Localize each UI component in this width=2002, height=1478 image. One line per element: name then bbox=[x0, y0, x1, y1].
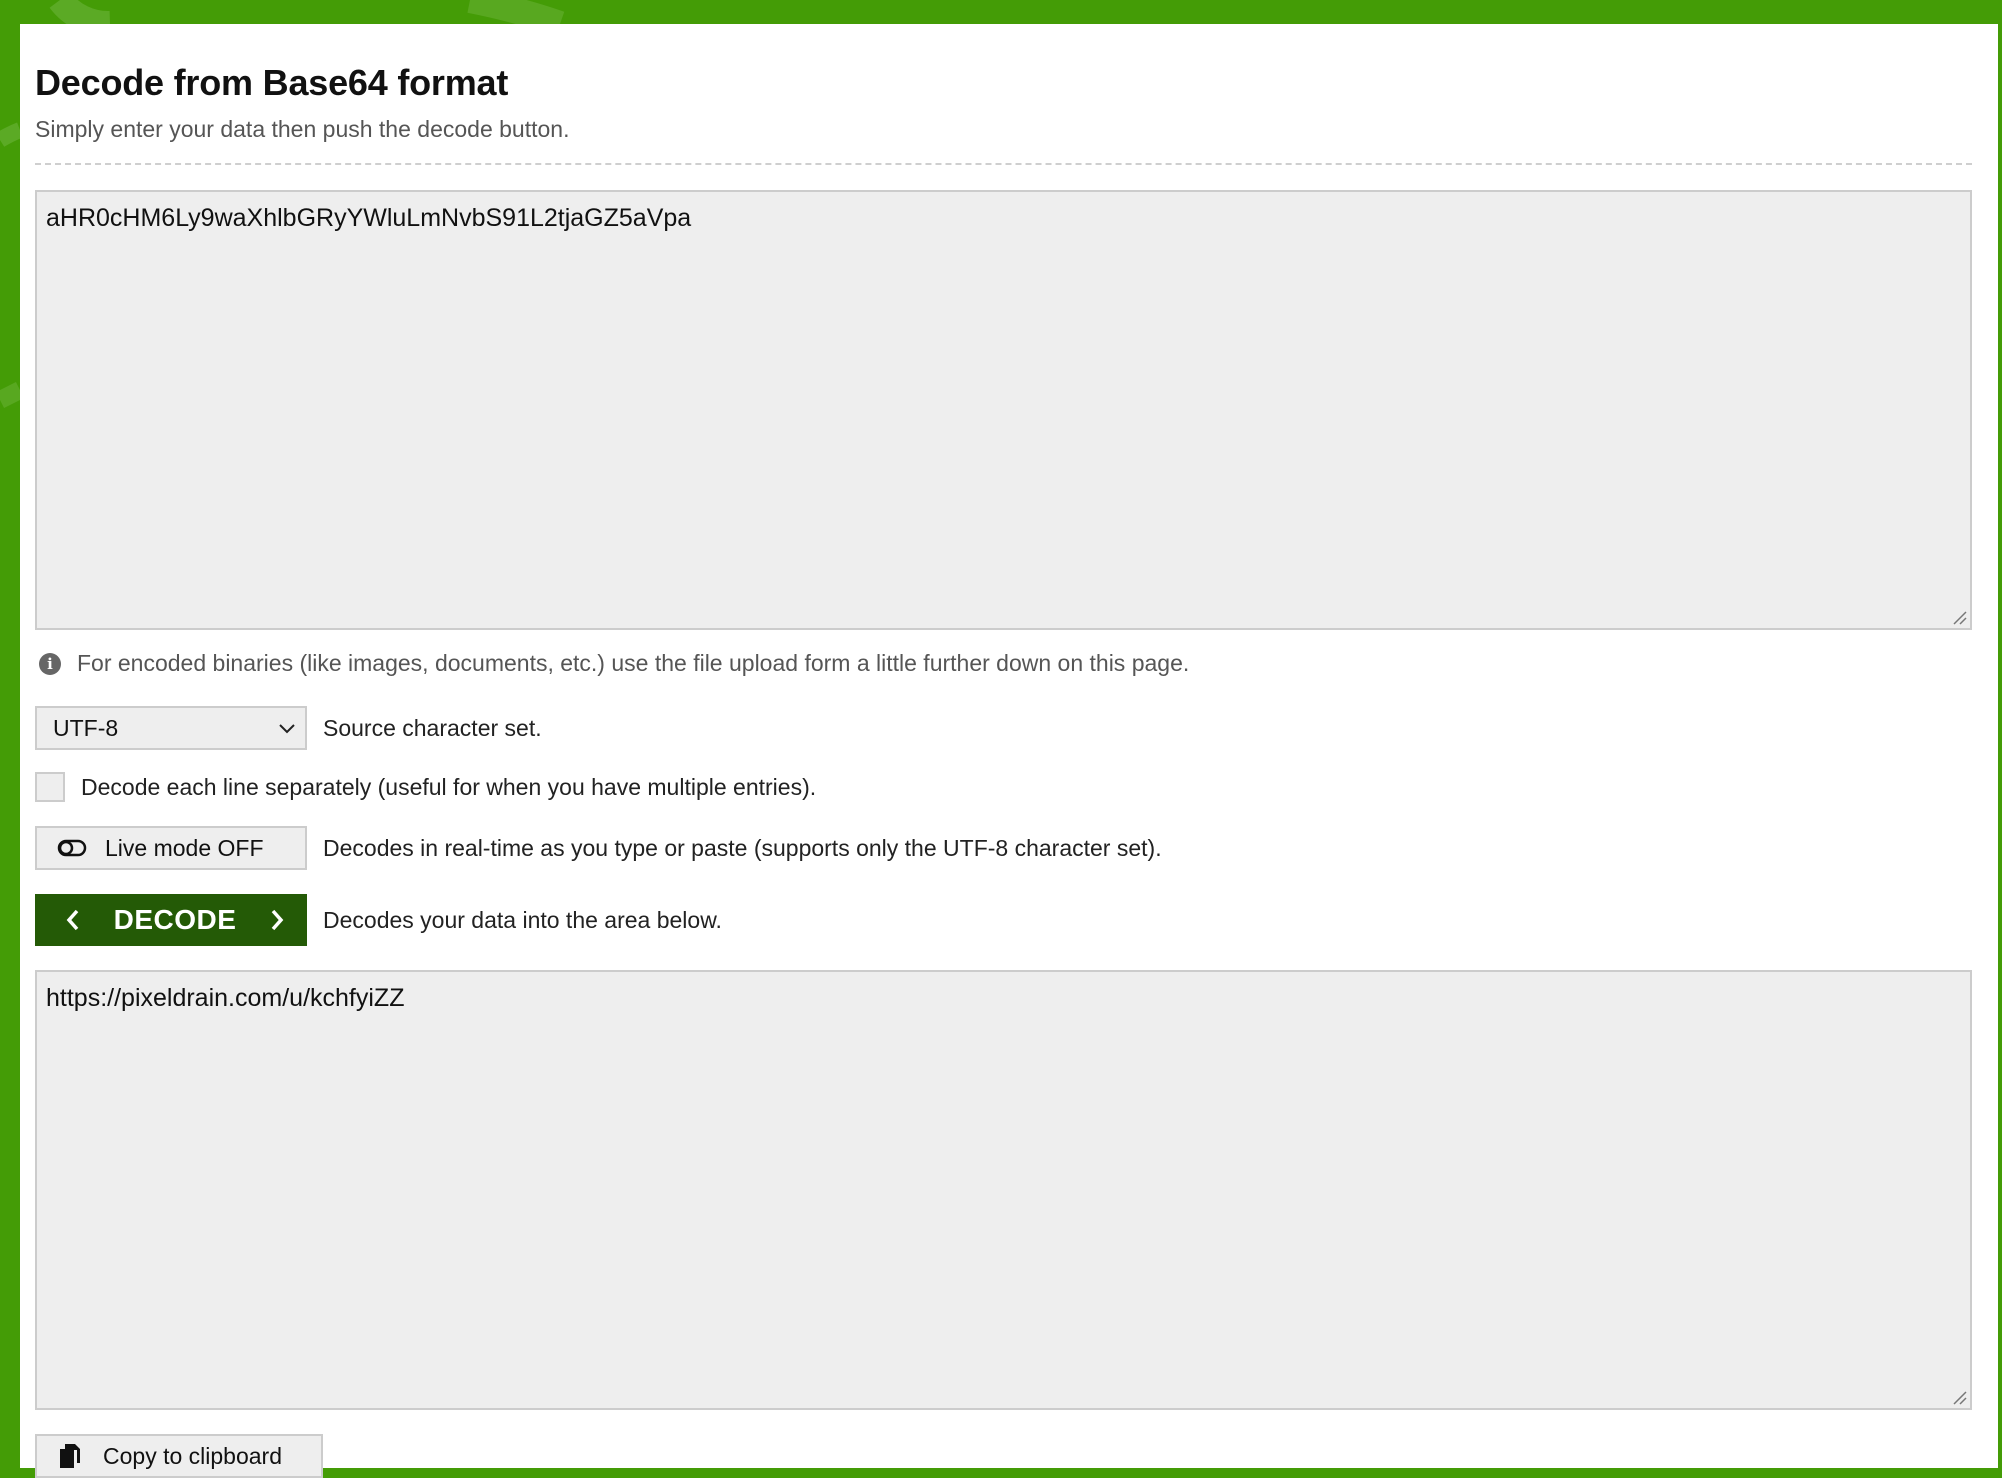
info-icon: i bbox=[39, 652, 61, 675]
decode-description: Decodes your data into the area below. bbox=[323, 906, 722, 933]
live-mode-button[interactable]: Live mode OFF bbox=[35, 826, 307, 870]
page-title: Decode from Base64 format bbox=[35, 62, 509, 103]
output-textarea[interactable] bbox=[35, 970, 1972, 1410]
binary-info-text: For encoded binaries (like images, docum… bbox=[77, 650, 1190, 676]
charset-label: Source character set. bbox=[323, 714, 542, 741]
chevron-down-icon bbox=[279, 724, 295, 734]
line-separate-label[interactable]: Decode each line separately (useful for … bbox=[81, 774, 816, 801]
copy-icon bbox=[60, 1444, 80, 1468]
decode-panel: Decode from Base64 format Simply enter y… bbox=[20, 24, 1998, 1478]
live-mode-label: Live mode OFF bbox=[105, 834, 264, 861]
charset-select[interactable]: UTF-8 bbox=[35, 706, 307, 750]
line-separate-row: Decode each line separately (useful for … bbox=[35, 772, 816, 802]
page-subtitle: Simply enter your data then push the dec… bbox=[35, 116, 570, 142]
charset-selected-value: UTF-8 bbox=[53, 714, 119, 741]
decode-row: DECODE Decodes your data into the area b… bbox=[35, 894, 722, 946]
line-separate-checkbox[interactable] bbox=[35, 772, 65, 802]
decode-button[interactable]: DECODE bbox=[35, 894, 307, 946]
binary-info-note: i For encoded binaries (like images, doc… bbox=[39, 650, 1189, 677]
decode-button-label: DECODE bbox=[113, 904, 237, 935]
chevron-right-icon bbox=[271, 909, 284, 931]
charset-row: UTF-8 Source character set. bbox=[35, 706, 542, 750]
input-textarea[interactable] bbox=[35, 190, 1972, 630]
live-mode-description: Decodes in real-time as you type or past… bbox=[323, 834, 1162, 861]
copy-button-label: Copy to clipboard bbox=[103, 1442, 282, 1469]
toggle-off-icon bbox=[57, 839, 87, 857]
copy-to-clipboard-button[interactable]: Copy to clipboard bbox=[35, 1434, 323, 1478]
chevron-left-icon bbox=[66, 909, 79, 931]
header-divider bbox=[35, 163, 1972, 165]
live-mode-row: Live mode OFF Decodes in real-time as yo… bbox=[35, 826, 1162, 870]
